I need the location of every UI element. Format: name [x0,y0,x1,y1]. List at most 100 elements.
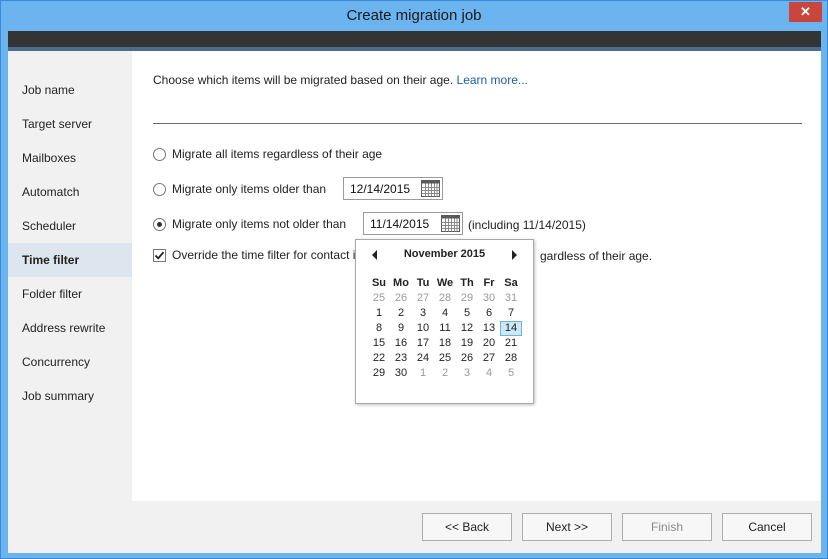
calendar-day[interactable]: 23 [390,351,412,366]
close-button[interactable]: ✕ [789,2,822,22]
calendar-day[interactable]: 17 [412,336,434,351]
calendar-icon[interactable] [421,180,440,197]
calendar-day[interactable]: 27 [478,351,500,366]
calendar-day[interactable]: 25 [368,291,390,306]
calendar-day[interactable]: 10 [412,321,434,336]
calendar-day[interactable]: 4 [478,366,500,381]
step-folder-filter[interactable]: Folder filter [8,277,132,311]
weekday-label: Tu [416,277,430,289]
calendar-day[interactable]: 28 [500,351,522,366]
next-button[interactable]: Next >> [522,513,612,541]
option-not-older-than-label: Migrate only items not older than [172,217,347,231]
step-job-summary[interactable]: Job summary [8,379,132,413]
option-all-items[interactable]: Migrate all items regardless of their ag… [153,143,382,165]
calendar-day[interactable]: 29 [368,366,390,381]
step-job-name[interactable]: Job name [8,73,132,107]
learn-more-link[interactable]: Learn more... [457,73,528,87]
calendar-day[interactable]: 24 [412,351,434,366]
cancel-button[interactable]: Cancel [722,513,812,541]
calendar-day[interactable]: 11 [434,321,456,336]
calendar-day[interactable]: 12 [456,321,478,336]
override-checkbox[interactable] [153,248,166,262]
override-label-end: gardless of their age. [540,249,653,263]
calendar-day[interactable]: 29 [456,291,478,306]
calendar-week-row: 29 30 1 2 3 4 5 [368,366,522,381]
not-older-than-date-value: 11/14/2015 [370,216,430,231]
older-than-date-value: 12/14/2015 [350,181,411,196]
calendar-day[interactable]: 28 [434,291,456,306]
older-than-date-field[interactable]: 12/14/2015 [343,177,443,200]
calendar-month-title[interactable]: November 2015 [356,248,533,260]
calendar-day[interactable]: 4 [434,306,456,321]
calendar-day[interactable]: 31 [500,291,522,306]
step-scheduler[interactable]: Scheduler [8,209,132,243]
calendar-day[interactable]: 25 [434,351,456,366]
calendar-day[interactable]: 3 [456,366,478,381]
step-concurrency[interactable]: Concurrency [8,345,132,379]
calendar-week-row: 8 9 10 11 12 13 14 [368,321,522,336]
divider [153,123,802,124]
weekday-header-row: Su Mo Tu We Th Fr Sa [368,276,522,291]
title-bar[interactable]: Create migration job ✕ [1,1,827,31]
calendar-day[interactable]: 27 [412,291,434,306]
calendar-day[interactable]: 5 [456,306,478,321]
intro-description: Choose which items will be migrated base… [153,73,454,87]
option-older-than[interactable]: Migrate only items older than [153,178,326,200]
calendar-day[interactable]: 7 [500,306,522,321]
calendar-day[interactable]: 9 [390,321,412,336]
weekday-label: Su [371,277,387,289]
next-month-icon[interactable] [509,249,519,261]
weekday-label: Fr [483,277,495,289]
option-all-items-label: Migrate all items regardless of their ag… [172,147,383,161]
calendar-day[interactable]: 30 [478,291,500,306]
calendar-day[interactable]: 22 [368,351,390,366]
radio-all-items[interactable] [153,147,166,161]
intro-text: Choose which items will be migrated base… [153,73,528,87]
step-mailboxes[interactable]: Mailboxes [8,141,132,175]
calendar-day[interactable]: 26 [456,351,478,366]
radio-not-older-than[interactable] [153,217,166,231]
not-older-than-date-field[interactable]: 11/14/2015 [363,212,463,235]
calendar-day[interactable]: 26 [390,291,412,306]
calendar-header: November 2015 [356,246,533,264]
weekday-label: We [436,277,454,289]
weekday-label: Sa [504,277,518,289]
calendar-day[interactable]: 13 [478,321,500,336]
calendar-day[interactable]: 18 [434,336,456,351]
calendar-day[interactable]: 3 [412,306,434,321]
calendar-day[interactable]: 30 [390,366,412,381]
calendar-icon[interactable] [441,215,460,232]
button-bar: << Back Next >> Finish Cancel [8,501,821,553]
wizard-steps-sidebar: Job name Target server Mailboxes Automat… [8,51,132,501]
calendar-day[interactable]: 1 [368,306,390,321]
calendar-day[interactable]: 20 [478,336,500,351]
finish-button[interactable]: Finish [622,513,712,541]
window-title: Create migration job [346,7,482,24]
option-not-older-than[interactable]: Migrate only items not older than [153,213,346,235]
calendar-day[interactable]: 19 [456,336,478,351]
option-older-than-label: Migrate only items older than [172,182,327,196]
weekday-label: Th [460,277,474,289]
header-band [8,31,821,47]
calendar-day[interactable]: 16 [390,336,412,351]
radio-older-than[interactable] [153,182,166,196]
back-button[interactable]: << Back [422,513,512,541]
calendar-day[interactable]: 21 [500,336,522,351]
date-picker-popup[interactable]: November 2015 Su Mo Tu We Th Fr Sa 25 26 2… [355,239,534,404]
step-target-server[interactable]: Target server [8,107,132,141]
calendar-day[interactable]: 8 [368,321,390,336]
step-time-filter[interactable]: Time filter [8,243,132,277]
calendar-day-selected[interactable]: 14 [500,321,522,336]
calendar-day[interactable]: 1 [412,366,434,381]
step-automatch[interactable]: Automatch [8,175,132,209]
calendar-day[interactable]: 5 [500,366,522,381]
override-contacts-option[interactable]: Override the time filter for contact i [153,244,355,266]
calendar-day[interactable]: 2 [390,306,412,321]
calendar-day[interactable]: 2 [434,366,456,381]
calendar-day[interactable]: 15 [368,336,390,351]
step-address-rewrite[interactable]: Address rewrite [8,311,132,345]
calendar-week-row: 25 26 27 28 29 30 31 [368,291,522,306]
checkmark-icon [154,251,165,260]
calendar-week-row: 22 23 24 25 26 27 28 [368,351,522,366]
calendar-day[interactable]: 6 [478,306,500,321]
